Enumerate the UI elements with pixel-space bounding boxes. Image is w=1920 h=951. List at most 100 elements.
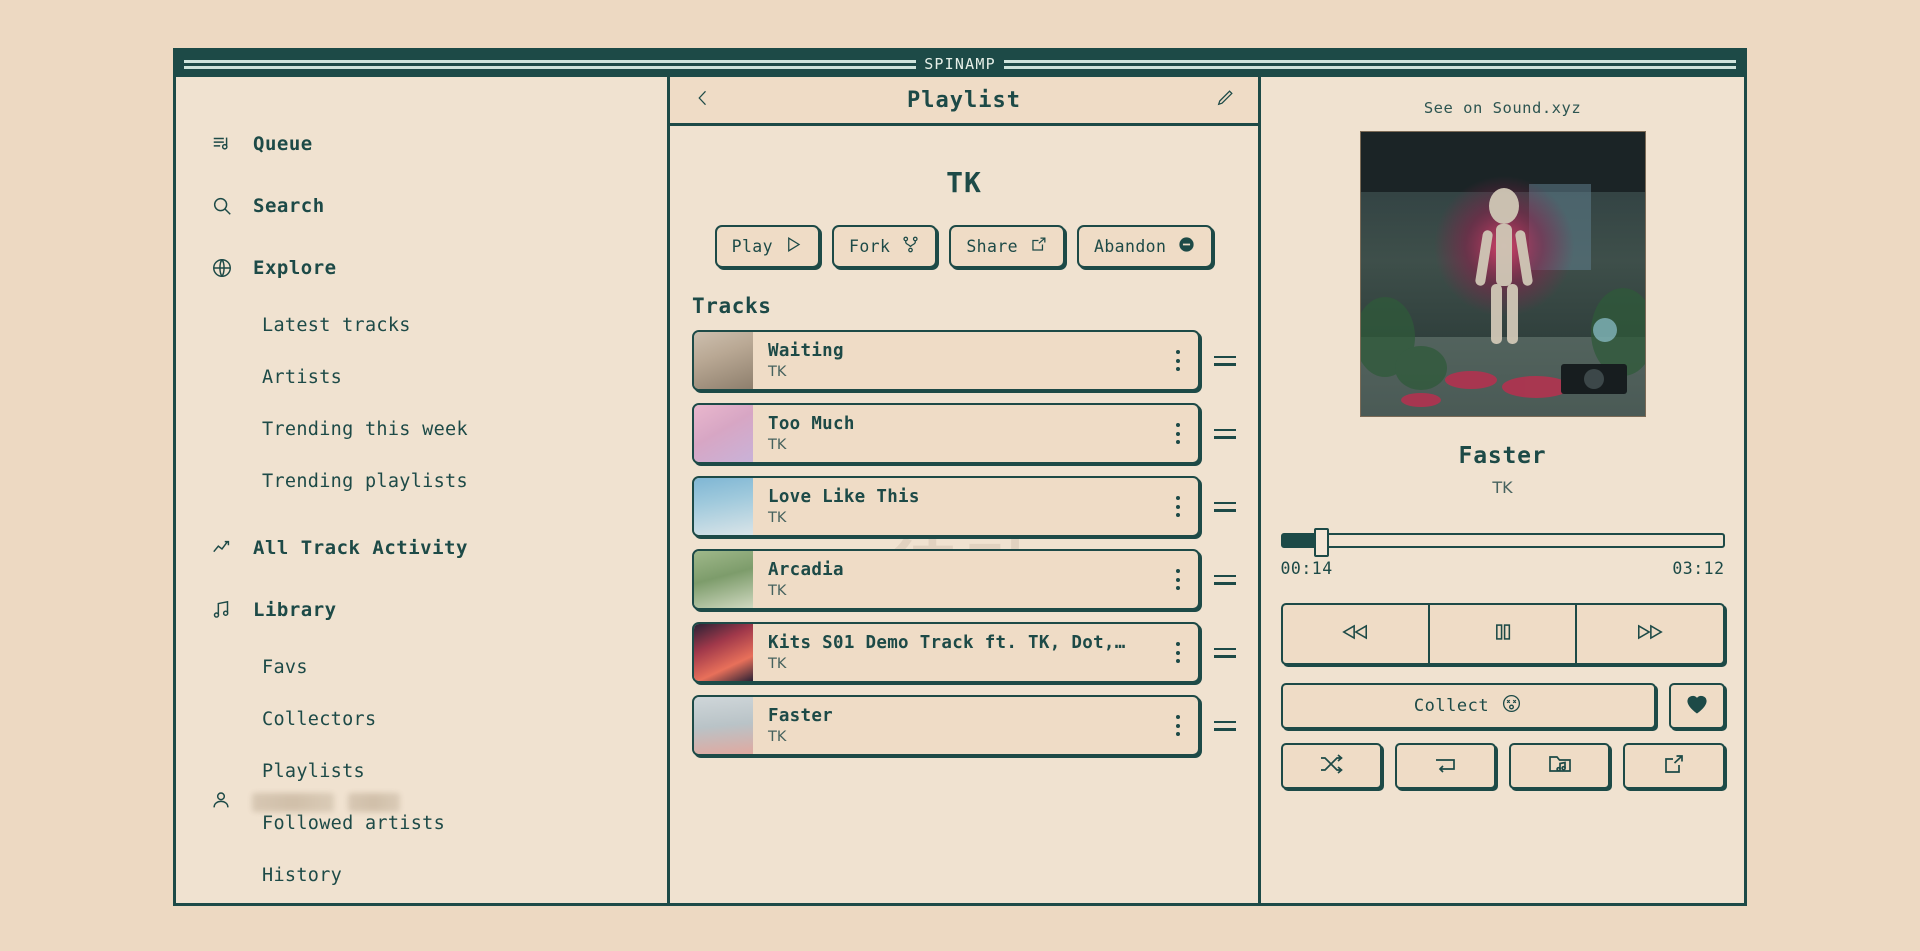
rewind-icon — [1336, 619, 1374, 649]
play-triangle-icon — [784, 235, 803, 258]
track-row[interactable]: Waiting TK — [692, 330, 1236, 391]
shuffle-button[interactable] — [1280, 743, 1382, 789]
track-menu-button[interactable] — [1158, 332, 1198, 389]
progress-section: 00:14 03:12 — [1280, 528, 1725, 578]
fork-button[interactable]: Fork — [831, 225, 938, 268]
track-menu-button[interactable] — [1158, 405, 1198, 462]
sidebar-item-latest-tracks[interactable]: Latest tracks — [176, 299, 667, 351]
sidebar-item-explore[interactable]: Explore — [176, 237, 667, 299]
drag-handle-icon[interactable] — [1214, 574, 1236, 585]
sidebar-item-history[interactable]: History — [176, 849, 667, 901]
abandon-button-label: Abandon — [1094, 237, 1167, 256]
sidebar-item-label: Library — [253, 599, 337, 621]
share-button[interactable] — [1623, 743, 1725, 789]
track-row[interactable]: Kits S01 Demo Track ft. TK, Dot,… TK — [692, 622, 1236, 683]
drag-handle-icon[interactable] — [1214, 501, 1236, 512]
music-note-icon — [210, 598, 234, 622]
current-time: 00:14 — [1280, 559, 1333, 578]
sidebar-subitem-label: Playlists — [262, 760, 365, 782]
share-button[interactable]: Share — [949, 225, 1065, 268]
sidebar-item-artists[interactable]: Artists — [176, 351, 667, 403]
avatar-username-redacted — [252, 792, 400, 812]
track-artwork — [694, 405, 753, 462]
track-artist: TK — [768, 656, 787, 672]
vertical-dots-icon — [1176, 713, 1180, 738]
track-menu-button[interactable] — [1158, 551, 1198, 608]
collect-button-label: Collect — [1413, 696, 1490, 716]
track-row[interactable]: Arcadia TK — [692, 549, 1236, 610]
favorite-button[interactable] — [1668, 683, 1725, 729]
repeat-icon — [1432, 752, 1458, 780]
dizzy-face-icon — [1501, 693, 1522, 719]
sidebar-item-trending-playlists[interactable]: Trending playlists — [176, 455, 667, 507]
track-artwork — [694, 332, 753, 389]
sidebar-subitem-label: Collectors — [262, 708, 377, 730]
time-row: 00:14 03:12 — [1281, 559, 1725, 578]
track-menu-button[interactable] — [1158, 697, 1198, 754]
playlist-panel: Playlist 律动 TK Play Fork — [670, 77, 1261, 903]
vertical-dots-icon — [1176, 640, 1180, 665]
pause-button[interactable] — [1427, 605, 1575, 663]
drag-handle-icon[interactable] — [1214, 647, 1236, 658]
play-button[interactable]: Play — [714, 225, 820, 268]
share-button-label: Share — [966, 237, 1018, 256]
collect-button[interactable]: Collect — [1280, 683, 1656, 729]
see-on-sound-link[interactable]: See on Sound.xyz — [1424, 99, 1581, 117]
edit-playlist-button[interactable] — [1212, 87, 1238, 113]
title-bar: SPINAMP — [176, 51, 1744, 77]
person-icon — [210, 789, 232, 815]
chevron-left-icon — [693, 88, 713, 112]
total-time: 03:12 — [1672, 559, 1725, 578]
sidebar-item-queue[interactable]: Queue — [176, 113, 667, 175]
drag-handle-icon[interactable] — [1214, 355, 1236, 366]
progress-slider[interactable] — [1280, 528, 1725, 557]
track-artwork — [694, 624, 753, 681]
progress-fill — [1282, 535, 1316, 546]
track-artist: TK — [768, 510, 787, 526]
title-bar-stripes-right — [1003, 57, 1736, 71]
track-row[interactable]: Faster TK — [692, 695, 1236, 756]
previous-button[interactable] — [1283, 605, 1428, 663]
sidebar-subitem-label: Trending playlists — [262, 470, 468, 492]
playlist-header: Playlist — [670, 77, 1258, 126]
sidebar-subitem-label: Latest tracks — [262, 314, 411, 336]
now-playing-artwork — [1359, 131, 1646, 417]
track-artist: TK — [768, 583, 787, 599]
trend-up-icon — [210, 536, 234, 560]
abandon-button[interactable]: Abandon — [1077, 225, 1214, 268]
shuffle-icon — [1318, 752, 1344, 780]
sidebar-item-trending-this-week[interactable]: Trending this week — [176, 403, 667, 455]
repeat-button[interactable] — [1394, 743, 1496, 789]
track-row[interactable]: Too Much TK — [692, 403, 1236, 464]
track-artwork — [694, 478, 753, 535]
fork-icon — [901, 235, 920, 258]
sidebar-item-all-track-activity[interactable]: All Track Activity — [176, 517, 667, 579]
playlist-scroll-area[interactable]: 律动 TK Play Fork Share — [670, 126, 1258, 903]
globe-icon — [210, 256, 234, 280]
playlist-name: TK — [946, 166, 982, 199]
drag-handle-icon[interactable] — [1214, 720, 1236, 731]
back-button[interactable] — [690, 87, 716, 113]
now-playing-artist: TK — [1492, 478, 1513, 497]
window-body: Queue Search Explore Latest tracks Artis… — [176, 77, 1744, 903]
next-button[interactable] — [1575, 605, 1722, 663]
folder-music-icon — [1547, 752, 1573, 780]
drag-handle-icon[interactable] — [1214, 428, 1236, 439]
vertical-dots-icon — [1176, 348, 1180, 373]
search-icon — [210, 194, 234, 218]
sidebar-item-library[interactable]: Library — [176, 579, 667, 641]
track-title: Kits S01 Demo Track ft. TK, Dot,… — [768, 633, 1126, 653]
track-artwork — [694, 697, 753, 754]
progress-knob[interactable] — [1313, 528, 1329, 557]
sidebar-user-row[interactable] — [210, 789, 400, 815]
share-arrow-icon — [1029, 235, 1048, 258]
sidebar-item-collectors[interactable]: Collectors — [176, 693, 667, 745]
playlist-actions: Play Fork Share Abandon — [692, 225, 1236, 268]
sidebar-item-favs[interactable]: Favs — [176, 641, 667, 693]
track-row[interactable]: Love Like This TK — [692, 476, 1236, 537]
sidebar-item-search[interactable]: Search — [176, 175, 667, 237]
track-menu-button[interactable] — [1158, 478, 1198, 535]
add-to-playlist-button[interactable] — [1509, 743, 1611, 789]
track-menu-button[interactable] — [1158, 624, 1198, 681]
